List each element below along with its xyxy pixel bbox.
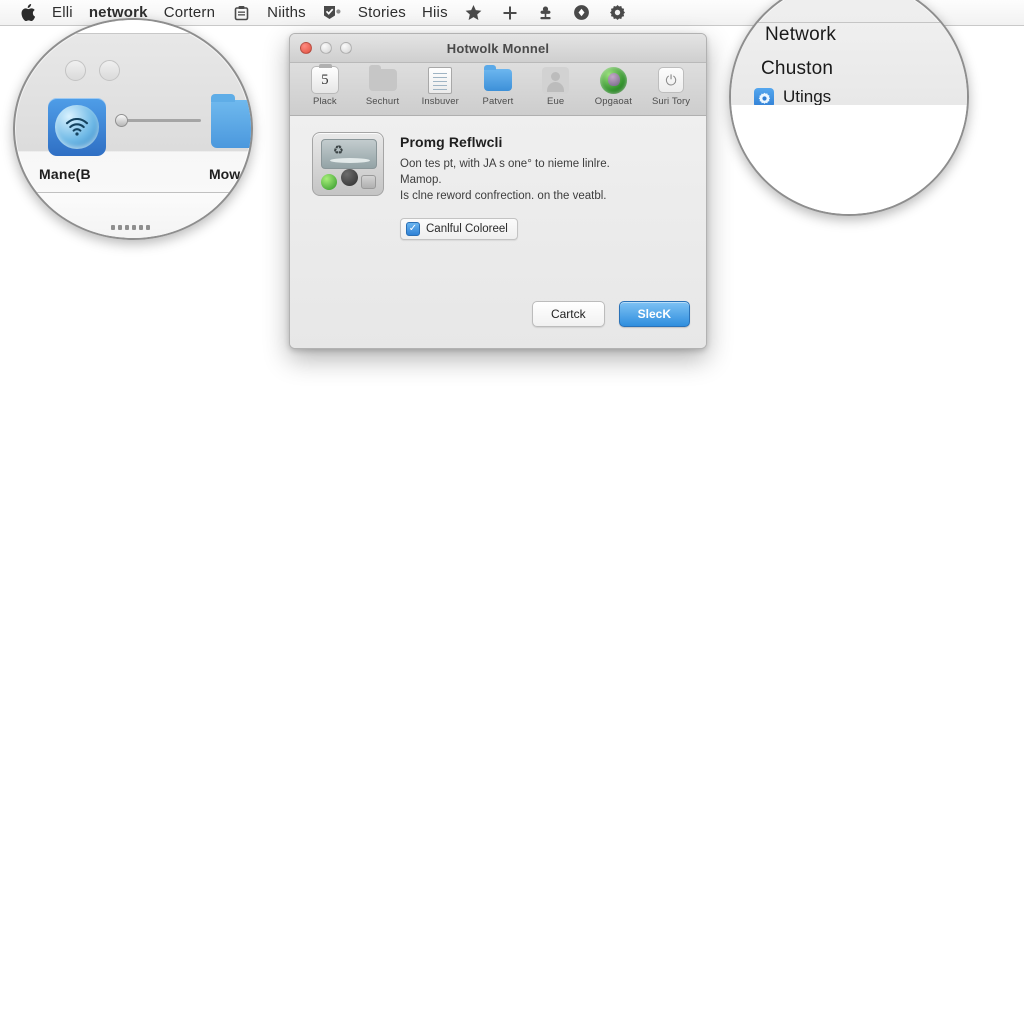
- lens-dot[interactable]: [99, 60, 120, 81]
- checkbox-badge-icon[interactable]: [322, 3, 342, 23]
- device-button: [361, 175, 376, 189]
- menu-entry-utings[interactable]: Utings: [783, 87, 831, 107]
- menu-entry-network[interactable]: Network: [765, 24, 836, 46]
- power-icon: ⏻: [657, 66, 685, 94]
- lens-white-area: [731, 105, 967, 214]
- lens-window-controls: [65, 60, 120, 81]
- toolbar-label: Plack: [312, 96, 337, 107]
- toolbar-item-patvert[interactable]: Patvert: [470, 65, 526, 107]
- power-glyph: ⏻: [658, 67, 685, 93]
- printer-device-icon: ♻: [312, 132, 384, 196]
- zoom-lens-left: Mane(B Mow: [13, 18, 253, 240]
- menu-item-niiths[interactable]: Niiths: [267, 3, 306, 23]
- lens-bottom-area: [15, 193, 251, 238]
- lens-label-folder: Mow: [209, 166, 241, 182]
- screen-root: Elli network Cortern Niiths Stories Hiis: [0, 0, 1024, 1024]
- toolbar-item-opgaoat[interactable]: Opgaoat: [585, 66, 641, 107]
- plus-icon[interactable]: [500, 3, 520, 23]
- toolbar-item-insbuver[interactable]: Insbuver: [412, 66, 468, 107]
- toolbar-label: Eue: [547, 96, 565, 107]
- dialog-line-1: Oon tes pt, with JA s one° to nieme linl…: [400, 158, 610, 170]
- user-icon: [542, 66, 570, 94]
- toolbar-item-suri-tory[interactable]: ⏻ Suri Tory: [643, 66, 699, 107]
- folder-blue-icon: [483, 65, 512, 94]
- folder-gray-icon: [368, 65, 397, 94]
- lens-dot[interactable]: [65, 60, 86, 81]
- star-icon[interactable]: [464, 3, 484, 23]
- dialog-line-2: Mamop.: [400, 174, 442, 186]
- toolbar-item-sechurt[interactable]: Sechurt: [355, 65, 411, 107]
- status-indicator-green: [321, 174, 337, 190]
- menu-item-stories[interactable]: Stories: [358, 3, 406, 23]
- select-button[interactable]: SlecK: [618, 301, 690, 327]
- globe-icon: [599, 66, 627, 94]
- dialog-heading: Promg Reflwcli: [400, 134, 503, 150]
- toolbar-label: Insbuver: [421, 96, 459, 107]
- device-screen: [321, 139, 377, 169]
- dialog-title: Hotwolk Monnel: [446, 40, 550, 56]
- folder-blue-icon[interactable]: [211, 94, 251, 148]
- airdrop-wifi-icon[interactable]: [48, 98, 106, 156]
- lens-top-strip: [15, 20, 251, 34]
- dialog-body: ♻ Promg Reflwcli Oon tes pt, with JA s o…: [290, 116, 706, 348]
- zoom-lens-right: Network Chuston Utings: [729, 0, 969, 216]
- slider-knob[interactable]: [115, 114, 128, 127]
- cancel-button[interactable]: Cartck: [531, 301, 605, 327]
- device-knob: [341, 169, 358, 186]
- menu-item-hiis[interactable]: Hiis: [422, 3, 448, 23]
- toolbar-label: Patvert: [482, 96, 514, 107]
- dialog-title-bar[interactable]: Hotwolk Monnel: [290, 34, 706, 63]
- confirm-checkbox[interactable]: ✓ Canlful Coloreel: [400, 218, 518, 240]
- device-screen-glyph: ♻: [333, 143, 344, 157]
- lens-top-divider: [749, 22, 967, 23]
- checkbox-label: Canlful Coloreel: [426, 223, 508, 235]
- dialog-button-row: Cartck SlecK: [531, 301, 690, 327]
- document-icon: [426, 66, 454, 94]
- dialog-text-block: Promg Reflwcli Oon tes pt, with JA s one…: [400, 132, 688, 240]
- toolbar-label: Suri Tory: [651, 96, 691, 107]
- clock-icon: 5: [310, 64, 339, 94]
- tree-icon[interactable]: [536, 3, 556, 23]
- toolbar-item-plack[interactable]: 5 Plack: [297, 64, 353, 107]
- volume-slider[interactable]: [115, 114, 201, 127]
- speaker-grill: [111, 225, 150, 230]
- network-dialog-window: Hotwolk Monnel 5 Plack Sechurt Insbuver: [289, 33, 707, 349]
- gear-icon[interactable]: [608, 3, 628, 23]
- dialog-line-3: Is clne reword confrection. on the veatb…: [400, 190, 607, 202]
- toolbar-item-eue[interactable]: Eue: [528, 66, 584, 107]
- target-circle-icon[interactable]: [572, 3, 592, 23]
- menu-entry-chuston[interactable]: Chuston: [761, 58, 833, 80]
- checkmark-icon: ✓: [406, 222, 420, 236]
- toolbar-label: Opgaoat: [594, 96, 632, 107]
- dialog-toolbar: 5 Plack Sechurt Insbuver Patvert Eue Opg…: [290, 63, 706, 116]
- wifi-orb-icon: [55, 105, 99, 149]
- lens-label-wifi: Mane(B: [39, 166, 91, 182]
- toolbar-label: Sechurt: [365, 96, 400, 107]
- lens-divider: [15, 192, 251, 193]
